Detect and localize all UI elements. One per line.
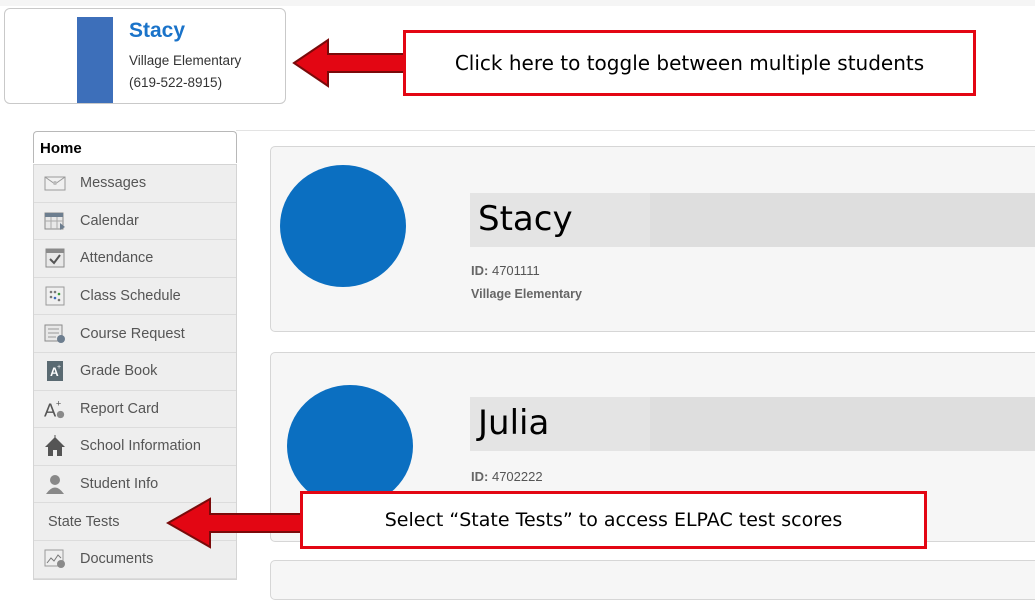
sidebar-item-label: Student Info (80, 476, 159, 493)
student-photo (280, 165, 406, 287)
arrow-left-icon (292, 38, 407, 88)
student-switcher[interactable]: Stacy Village Elementary (619-522-8915) (4, 8, 286, 104)
sidebar-item-label: School Information (80, 438, 201, 455)
sidebar-item-label: State Tests (48, 513, 120, 530)
envelope-icon (44, 172, 66, 194)
grade-book-icon: A + (44, 360, 66, 382)
sidebar-item-attendance[interactable]: Attendance (34, 240, 236, 278)
schedule-grid-icon (44, 285, 66, 307)
sidebar-item-label: Messages (80, 175, 147, 192)
sidebar-item-messages[interactable]: Messages (34, 165, 236, 203)
sidebar-item-label: Documents (80, 551, 154, 568)
sidebar-item-calendar[interactable]: Calendar (34, 203, 236, 241)
student-avatar (77, 17, 113, 103)
student-id-label: ID: (471, 263, 489, 278)
arrow-left-icon (166, 497, 305, 549)
student-id-line: ID: 4701111 (471, 263, 540, 278)
sidebar-item-label: Class Schedule (80, 288, 181, 305)
student-name: Julia (470, 397, 1035, 451)
student-card-stacy[interactable]: Stacy ID: 4701111 Village Elementary (270, 146, 1035, 332)
documents-icon (44, 548, 66, 570)
state-tests-callout: Select “State Tests” to access ELPAC tes… (300, 491, 927, 549)
student-id-label: ID: (471, 469, 489, 484)
svg-text:+: + (57, 364, 61, 371)
student-switcher-name: Stacy (129, 19, 186, 42)
student-school: Village Elementary (471, 287, 582, 301)
sidebar-item-report-card[interactable]: A + Report Card (34, 391, 236, 429)
student-id-line: ID: 4702222 (471, 469, 543, 484)
top-strip (0, 0, 1035, 6)
student-card-partial (270, 560, 1035, 600)
attendance-checkbox-icon (44, 247, 66, 269)
sidebar-item-label: Report Card (80, 400, 159, 417)
svg-text:+: + (56, 398, 61, 408)
sidebar-item-home[interactable]: Home (33, 131, 237, 163)
student-photo (287, 385, 413, 507)
header-divider (236, 130, 1035, 131)
calendar-icon (44, 210, 66, 232)
sidebar-item-label: Attendance (80, 250, 154, 267)
sidebar-item-course-request[interactable]: Course Request (34, 315, 236, 353)
student-id: 4702222 (491, 469, 543, 484)
sidebar-item-school-information[interactable]: School Information (34, 428, 236, 466)
sidebar-item-class-schedule[interactable]: Class Schedule (34, 278, 236, 316)
toggle-students-callout: Click here to toggle between multiple st… (403, 30, 976, 96)
student-name: Stacy (470, 193, 1035, 247)
student-switcher-phone: (619-522-8915) (129, 75, 223, 90)
student-id: 4701111 (491, 263, 540, 278)
sidebar-item-label: Course Request (80, 325, 185, 342)
sidebar-item-label: Calendar (80, 212, 139, 229)
student-switcher-school: Village Elementary (129, 53, 242, 68)
report-card-icon: A + (44, 398, 66, 420)
sidebar-item-label: Grade Book (80, 363, 158, 380)
student-icon (44, 473, 66, 495)
sidebar-item-grade-book[interactable]: A + Grade Book (34, 353, 236, 391)
school-icon (44, 435, 66, 457)
course-request-icon (44, 323, 66, 345)
